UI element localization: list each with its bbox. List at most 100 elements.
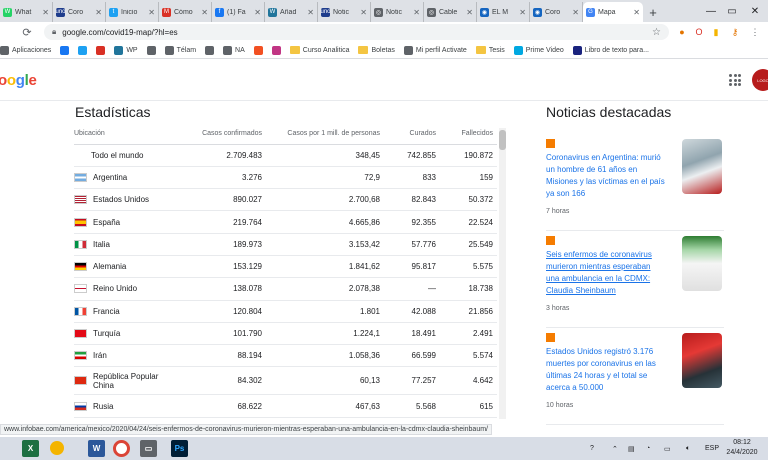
bookmark-item[interactable] — [253, 45, 263, 55]
tray-help-icon[interactable]: ? — [590, 437, 594, 460]
key-extension-icon[interactable]: ⚷ — [728, 25, 742, 39]
tab-10[interactable]: ◉ Coro ✕ — [530, 2, 583, 22]
avatar[interactable]: LOGO — [752, 69, 768, 91]
tab-7[interactable]: ◎ Notic ✕ — [371, 2, 424, 22]
clock[interactable]: 08:12 24/4/2020 — [720, 438, 764, 458]
tab-close-icon[interactable]: ✕ — [466, 8, 473, 17]
table-row[interactable]: Francia 120.804 1.801 42.088 21.856 — [74, 300, 497, 323]
bookmark-item[interactable]: WP — [114, 45, 138, 55]
tab-close-icon[interactable]: ✕ — [42, 8, 49, 17]
table-scrollbar[interactable] — [499, 128, 506, 419]
scrollbar-thumb[interactable] — [499, 130, 506, 150]
table-row[interactable]: España 219.764 4.665,86 92.355 22.524 — [74, 210, 497, 234]
tab-8[interactable]: ◎ Cable ✕ — [424, 2, 477, 22]
table-row[interactable]: Estados Unidos 890.027 2.700,68 82.843 5… — [74, 188, 497, 212]
table-row[interactable]: Italia 189.973 3.153,42 57.776 25.549 — [74, 233, 497, 256]
news-thumbnail[interactable] — [682, 333, 722, 388]
news-headline[interactable]: Coronavirus en Argentina: murió un hombr… — [546, 152, 666, 200]
table-row[interactable]: Reino Unido 138.078 2.078,38 — 18.738 — [74, 277, 497, 301]
battery-icon[interactable]: ▭ — [664, 437, 671, 460]
news-headline[interactable]: Estados Unidos registró 3.176 muertes po… — [546, 346, 666, 394]
news-thumbnail[interactable] — [682, 236, 722, 291]
tab-title: (1) Fa — [227, 8, 246, 16]
menu-icon[interactable]: ⋮ — [748, 25, 762, 39]
new-tab-button[interactable]: + — [643, 2, 663, 22]
news-item[interactable]: Seis enfermos de coronavirus murieron mi… — [546, 236, 724, 328]
bookmark-item[interactable]: Prime Video — [513, 45, 564, 55]
bookmark-item[interactable]: Tesis — [475, 46, 505, 54]
tab-close-icon[interactable]: ✕ — [95, 8, 102, 17]
column-header-confirmed[interactable]: Casos confirmados — [166, 124, 266, 145]
bookmark-item[interactable] — [146, 45, 156, 55]
tab-close-icon[interactable]: ✕ — [307, 8, 314, 17]
tab-5[interactable]: W Añad ✕ — [265, 2, 318, 22]
tab-close-icon[interactable]: ✕ — [413, 8, 420, 17]
bookmark-item[interactable]: Télam — [164, 45, 196, 55]
news-item[interactable]: Coronavirus en Argentina: murió un hombr… — [546, 139, 724, 231]
tab-3[interactable]: M Cómo ✕ — [159, 2, 212, 22]
address-bar[interactable]: 🔒︎ google.com/covid19-map/?hl=es ☆ — [44, 24, 669, 40]
tab-2[interactable]: t Inicio ✕ — [106, 2, 159, 22]
news-thumbnail[interactable] — [682, 139, 722, 194]
apps-icon — [0, 45, 9, 55]
sidebar-extension-icon[interactable]: ▮ — [709, 25, 723, 39]
word-icon[interactable]: W — [88, 440, 105, 457]
opera-icon[interactable]: O — [692, 25, 706, 39]
google-logo[interactable]: oogle — [0, 72, 37, 89]
bookmark-item[interactable] — [96, 45, 106, 55]
tab-6[interactable]: uno Notic ✕ — [318, 2, 371, 22]
excel-icon[interactable]: X — [22, 440, 39, 457]
bookmark-item[interactable]: Mi perfil Activate — [403, 45, 467, 55]
tab-11[interactable]: G Mapa ✕ — [583, 2, 643, 22]
table-row[interactable]: Rusia 68.622 467,63 5.568 615 — [74, 394, 497, 418]
volume-icon[interactable]: 🔈︎ — [686, 437, 690, 460]
news-headline[interactable]: Seis enfermos de coronavirus murieron mi… — [546, 249, 666, 297]
column-header-per-million[interactable]: Casos por 1 mill. de personas — [266, 124, 384, 145]
extension-icon[interactable]: ● — [675, 25, 689, 39]
bookmark-item[interactable]: Curso Analitica — [289, 46, 349, 54]
close-window-button[interactable]: ✕ — [736, 0, 768, 22]
tray-chevron-icon[interactable]: ⌃ — [612, 437, 618, 460]
wifi-icon[interactable]: ◔ — [646, 437, 650, 460]
tab-9[interactable]: ◉ EL M ✕ — [477, 2, 530, 22]
reload-icon[interactable]: ⟳ — [18, 26, 36, 39]
language-indicator[interactable]: ESP — [705, 437, 719, 460]
apps-grid-icon[interactable] — [729, 74, 741, 86]
table-row[interactable]: Argentina 3.276 72,9 833 159 — [74, 166, 497, 190]
tab-close-icon[interactable]: ✕ — [254, 8, 261, 17]
tab-close-icon[interactable]: ✕ — [148, 8, 155, 17]
photoshop-icon[interactable]: Ps — [171, 440, 188, 457]
table-row[interactable]: Todo el mundo 2.709.483 348,45 742.855 1… — [74, 144, 497, 167]
tab-title: Coro — [68, 8, 84, 16]
column-header-recovered[interactable]: Curados — [384, 124, 440, 145]
bookmark-item[interactable]: Boletas — [358, 46, 395, 54]
news-item[interactable]: Estados Unidos registró 3.176 muertes po… — [546, 333, 724, 425]
column-header-location[interactable]: Ubicación — [74, 124, 166, 145]
tab-0[interactable]: W What ✕ — [0, 2, 53, 22]
tab-close-icon[interactable]: ✕ — [360, 8, 367, 17]
bookmark-item[interactable]: Libro de texto para... — [572, 45, 649, 55]
tab-close-icon[interactable]: ✕ — [572, 8, 579, 17]
file-explorer-icon[interactable] — [50, 441, 64, 455]
bookmark-item[interactable] — [271, 45, 281, 55]
tab-close-icon[interactable]: ✕ — [201, 8, 208, 17]
bookmark-star-icon[interactable]: ☆ — [652, 27, 661, 38]
bookmark-item[interactable] — [205, 45, 215, 55]
table-row[interactable]: Turquía 101.790 1.224,1 18.491 2.491 — [74, 322, 497, 346]
tab-close-icon[interactable]: ✕ — [519, 8, 526, 17]
table-row[interactable]: Irán 88.194 1.058,36 66.599 5.574 — [74, 344, 497, 368]
tab-1[interactable]: uno Coro ✕ — [53, 2, 106, 22]
table-row[interactable]: Alemania 153.129 1.841,62 95.817 5.575 — [74, 255, 497, 279]
table-row[interactable]: República Popular China 84.302 60,13 77.… — [74, 366, 497, 396]
column-header-deaths[interactable]: Fallecidos — [440, 124, 497, 145]
tab-4[interactable]: f (1) Fa ✕ — [212, 2, 265, 22]
bookmark-item[interactable] — [78, 45, 88, 55]
tab-favicon-icon: M — [162, 7, 171, 17]
bookmark-item[interactable] — [60, 45, 70, 55]
tab-close-icon[interactable]: ✕ — [633, 8, 640, 17]
network-icon[interactable]: ▤ — [628, 437, 635, 460]
bookmark-item[interactable]: Aplicaciones — [0, 45, 51, 55]
chrome-icon[interactable] — [113, 440, 130, 457]
monitor-icon[interactable]: ▭ — [140, 440, 157, 457]
bookmark-item[interactable]: NA — [223, 45, 245, 55]
